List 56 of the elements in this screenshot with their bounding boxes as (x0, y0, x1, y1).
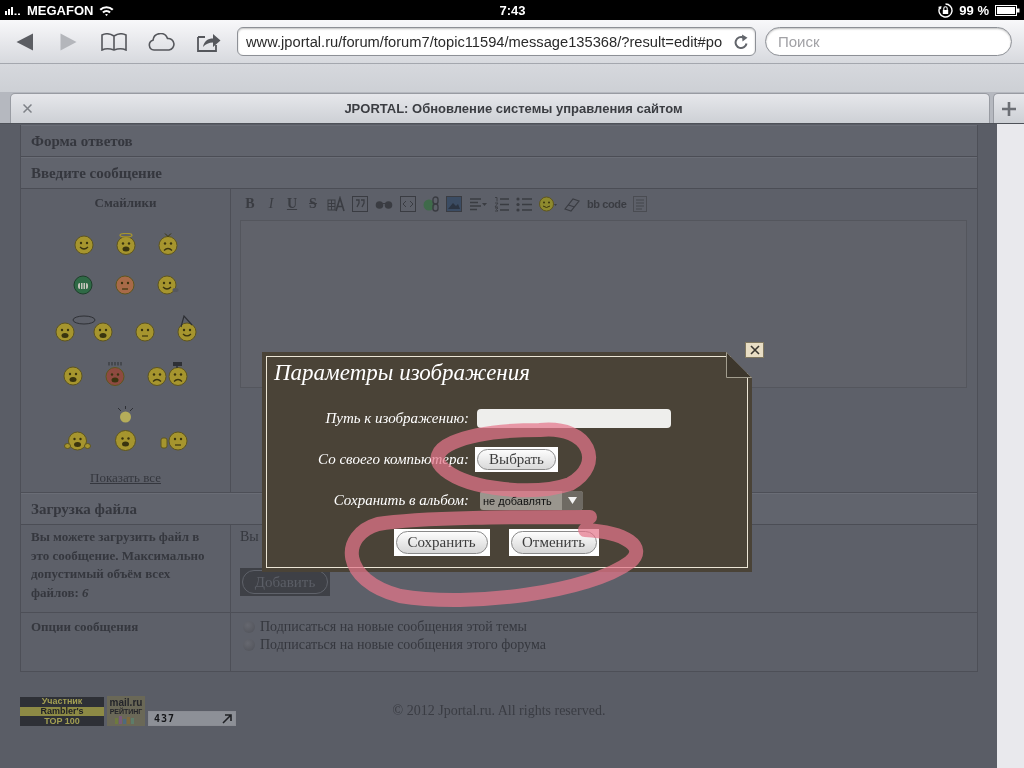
refresh-icon[interactable] (734, 33, 749, 50)
save-button[interactable]: Сохранить (393, 528, 490, 556)
eraser-icon[interactable] (564, 196, 580, 212)
hit-counter[interactable]: 437 (148, 711, 236, 726)
field-label: Сохранить в альбом: (332, 492, 469, 509)
plus-icon (1002, 101, 1016, 116)
bar-chart-icon (115, 716, 137, 724)
field-label: Путь к изображению: (324, 410, 469, 427)
bullet-list-icon[interactable] (516, 196, 532, 212)
share-icon[interactable] (197, 31, 221, 52)
numbered-list-icon[interactable] (494, 196, 509, 212)
new-tab-button[interactable] (993, 93, 1024, 123)
smiley-icon[interactable] (115, 233, 136, 255)
smiley-icon[interactable] (73, 235, 94, 255)
smiley-icon[interactable] (146, 362, 189, 386)
battery-icon (995, 4, 1020, 16)
choose-button[interactable]: Выбрать (475, 447, 558, 472)
link-icon[interactable] (423, 196, 439, 212)
arrow-icon (222, 713, 232, 724)
signal-icon (5, 5, 21, 15)
smiley-icon[interactable] (63, 431, 91, 451)
smiley-icon[interactable] (157, 233, 178, 255)
cloud-icon[interactable] (148, 32, 175, 51)
cancel-button[interactable]: Отменить (508, 528, 599, 556)
rotation-lock-icon (938, 2, 954, 18)
wifi-icon (99, 4, 115, 16)
search-field[interactable]: Поиск (765, 27, 1012, 56)
smiley-icon[interactable] (539, 196, 557, 212)
browser-tab[interactable]: JPORTAL: Обновление системы управления сайтом (10, 93, 990, 123)
carrier-name: MEGAFON (27, 2, 94, 18)
smiley-icon[interactable] (72, 275, 93, 295)
dialog-title: Параметры изображения (273, 359, 531, 387)
smiley-icon[interactable] (54, 315, 113, 342)
forward-icon[interactable] (60, 32, 77, 51)
close-icon[interactable] (23, 104, 32, 113)
url-field[interactable]: www.jportal.ru/forum/forum7/topic11594/message135368/?result=edit#po (237, 27, 756, 56)
badge-text: Rambler's (20, 706, 104, 717)
rambler-counter-badge[interactable]: Участник Rambler's TOP 100 (20, 697, 104, 726)
quote-icon[interactable] (352, 196, 368, 212)
image-icon[interactable] (446, 196, 462, 212)
close-button[interactable] (745, 342, 764, 358)
close-icon (749, 345, 760, 355)
font-style-icon[interactable] (327, 196, 345, 212)
dropdown-arrow-icon (568, 497, 577, 504)
smiley-icon[interactable] (176, 315, 197, 342)
smiley-icon[interactable] (62, 366, 83, 386)
badge-text: mail.ru (109, 697, 143, 708)
clock-time: 7:43 (499, 2, 526, 18)
battery-percent: 99 % (959, 2, 989, 18)
smiley-icon[interactable] (112, 406, 138, 451)
bookmarks-icon[interactable] (101, 32, 127, 51)
code-icon[interactable] (400, 196, 416, 212)
smiley-icon[interactable] (156, 275, 179, 295)
page-fold-icon (726, 352, 752, 378)
back-icon[interactable] (16, 32, 34, 51)
align-icon[interactable] (469, 196, 487, 212)
